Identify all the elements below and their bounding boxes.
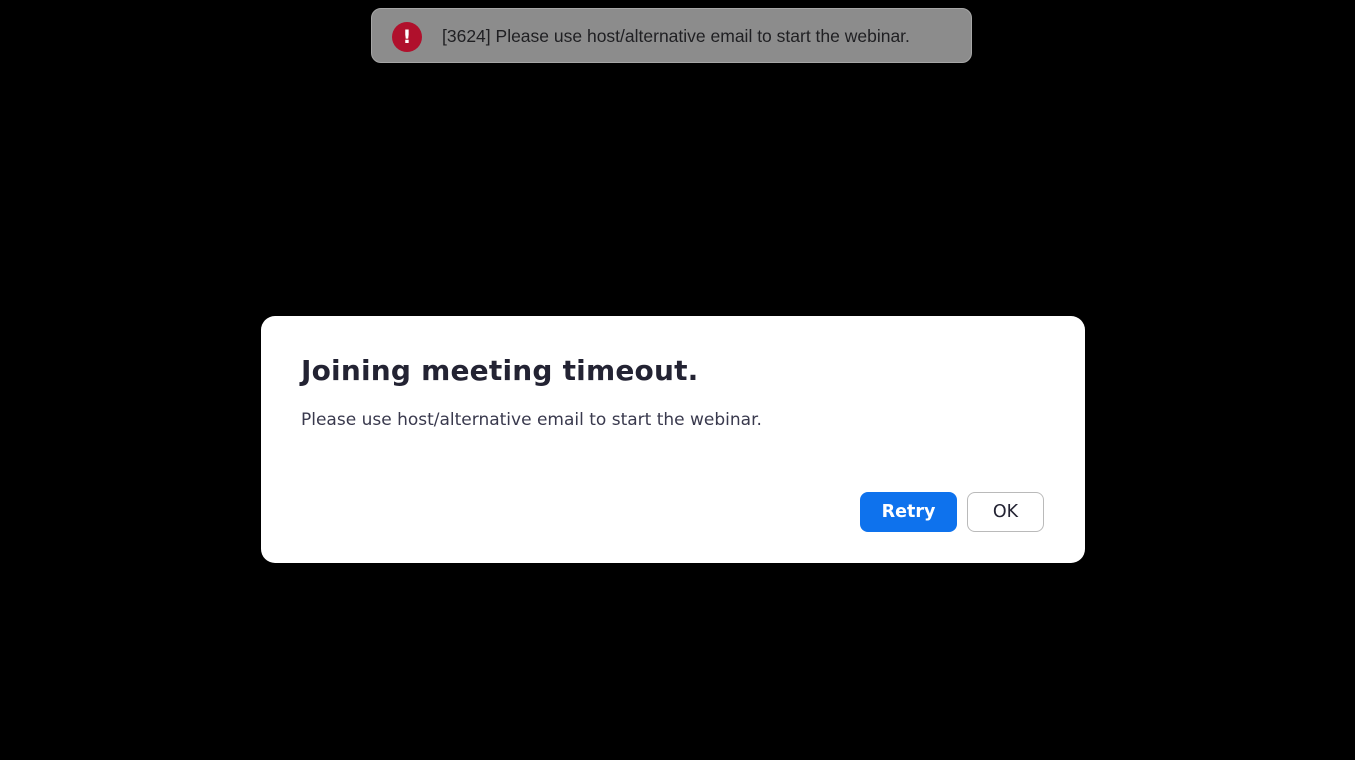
- retry-button[interactable]: Retry: [860, 492, 957, 532]
- dialog-message: Please use host/alternative email to sta…: [301, 410, 762, 430]
- exclamation-icon: !: [392, 22, 422, 52]
- ok-button[interactable]: OK: [967, 492, 1044, 532]
- dialog-title: Joining meeting timeout.: [301, 354, 699, 387]
- error-toast: ! [3624] Please use host/alternative ema…: [371, 8, 972, 63]
- timeout-dialog: Joining meeting timeout. Please use host…: [261, 316, 1085, 563]
- toast-message: [3624] Please use host/alternative email…: [442, 26, 910, 46]
